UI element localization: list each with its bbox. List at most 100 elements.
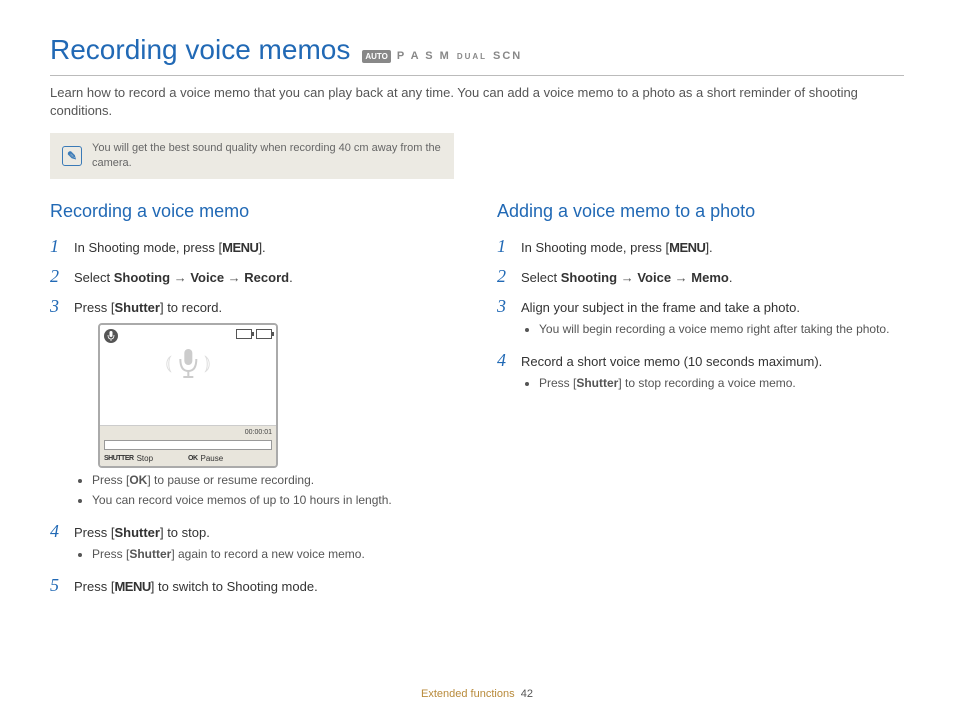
step-body: In Shooting mode, press [MENU]. bbox=[74, 237, 457, 257]
note-icon: ✎ bbox=[62, 146, 82, 166]
pause-label: Pause bbox=[201, 453, 224, 464]
step-2: 2 Select Shooting → Voice → Memo. bbox=[497, 267, 904, 287]
bullet: Press [Shutter] to stop recording a voic… bbox=[539, 375, 904, 392]
sound-wave-icon: ⦆ bbox=[204, 349, 211, 377]
time-row: 00:00:01 bbox=[104, 428, 272, 438]
step-3: 3 Align your subject in the frame and ta… bbox=[497, 297, 904, 341]
step-4-bullets: Press [Shutter] again to record a new vo… bbox=[74, 546, 457, 563]
step-body: Record a short voice memo (10 seconds ma… bbox=[521, 351, 904, 395]
text: ] to pause or resume recording. bbox=[147, 473, 314, 487]
step-number: 2 bbox=[50, 267, 66, 287]
shutter-label: SHUTTER bbox=[104, 454, 134, 464]
page-title: Recording voice memos bbox=[50, 30, 350, 69]
large-microphone-icon bbox=[176, 347, 200, 379]
shutter-key: Shutter bbox=[129, 547, 171, 561]
sound-wave-icon: ⦅ bbox=[165, 349, 172, 377]
shutter-key: Shutter bbox=[576, 376, 618, 390]
step-number: 3 bbox=[497, 297, 513, 317]
lcd-screenshot: ⦅ ⦆ 00:00:01 SHUTTERStop OK bbox=[98, 323, 278, 468]
step-body: Press [Shutter] to stop. Press [Shutter]… bbox=[74, 522, 457, 566]
section-name: Extended functions bbox=[421, 688, 515, 700]
microphone-icon bbox=[104, 329, 118, 343]
right-heading: Adding a voice memo to a photo bbox=[497, 199, 904, 224]
lcd-control-bar: 00:00:01 SHUTTERStop OKPause bbox=[100, 426, 276, 466]
menu-key: MENU bbox=[669, 240, 705, 255]
step-number: 4 bbox=[497, 351, 513, 371]
tip-box: ✎ You will get the best sound quality wh… bbox=[50, 133, 454, 180]
ok-key: OK bbox=[129, 473, 147, 487]
text: Press [ bbox=[92, 473, 129, 487]
arrow-icon: → bbox=[228, 270, 241, 285]
pasm-modes: P A S M bbox=[397, 49, 451, 64]
text: . bbox=[289, 270, 293, 285]
text: Press [ bbox=[539, 376, 576, 390]
menu-key: MENU bbox=[222, 240, 258, 255]
text: Press [ bbox=[74, 525, 114, 540]
arrow-icon: → bbox=[675, 270, 688, 285]
step-4: 4 Press [Shutter] to stop. Press [Shutte… bbox=[50, 522, 457, 566]
step-4: 4 Record a short voice memo (10 seconds … bbox=[497, 351, 904, 395]
right-column: Adding a voice memo to a photo 1 In Shoo… bbox=[497, 199, 904, 606]
stop-label: Stop bbox=[137, 453, 153, 464]
lcd-display-area: ⦅ ⦆ bbox=[100, 325, 276, 426]
mode-icons: AUTO P A S M DUAL SCN bbox=[362, 49, 522, 64]
battery-icon bbox=[256, 329, 272, 339]
menu-path: Shooting bbox=[114, 270, 170, 285]
step-5: 5 Press [MENU] to switch to Shooting mod… bbox=[50, 576, 457, 596]
step-number: 4 bbox=[50, 522, 66, 542]
text: . bbox=[729, 270, 733, 285]
text: Select bbox=[521, 270, 561, 285]
bullet: You can record voice memos of up to 10 h… bbox=[92, 492, 457, 509]
shutter-stop: SHUTTERStop bbox=[104, 453, 188, 464]
text: Align your subject in the frame and take… bbox=[521, 300, 800, 315]
text: ] again to record a new voice memo. bbox=[171, 547, 364, 561]
step-number: 2 bbox=[497, 267, 513, 287]
text: ] to switch to Shooting mode. bbox=[151, 579, 318, 594]
arrow-icon: → bbox=[621, 270, 634, 285]
text: ]. bbox=[705, 240, 712, 255]
title-row: Recording voice memos AUTO P A S M DUAL … bbox=[50, 30, 904, 76]
step-4-bullets: Press [Shutter] to stop recording a voic… bbox=[521, 375, 904, 392]
shutter-key: Shutter bbox=[114, 525, 160, 540]
page-footer: Extended functions 42 bbox=[0, 687, 954, 702]
step-2: 2 Select Shooting → Voice → Record. bbox=[50, 267, 457, 287]
recording-graphic: ⦅ ⦆ bbox=[165, 347, 210, 379]
scn-mode-icon: SCN bbox=[493, 49, 522, 64]
step-3-bullets: You will begin recording a voice memo ri… bbox=[521, 321, 904, 338]
intro-text: Learn how to record a voice memo that yo… bbox=[50, 84, 904, 120]
text: Press [ bbox=[74, 579, 114, 594]
bullet: Press [Shutter] again to record a new vo… bbox=[92, 546, 457, 563]
ok-pause: OKPause bbox=[188, 453, 272, 464]
step-3: 3 Press [Shutter] to record. ⦅ bbox=[50, 297, 457, 512]
auto-mode-icon: AUTO bbox=[362, 50, 391, 63]
text: Select bbox=[74, 270, 114, 285]
ok-label: OK bbox=[188, 454, 198, 464]
step-number: 5 bbox=[50, 576, 66, 596]
text: Press [ bbox=[74, 300, 114, 315]
menu-key: MENU bbox=[114, 579, 150, 594]
text: Press [ bbox=[92, 547, 129, 561]
step-number: 1 bbox=[497, 237, 513, 257]
card-icon bbox=[236, 329, 252, 339]
step-body: Select Shooting → Voice → Memo. bbox=[521, 267, 904, 287]
menu-path: Memo bbox=[691, 270, 729, 285]
text: Record a short voice memo (10 seconds ma… bbox=[521, 354, 822, 369]
step-body: In Shooting mode, press [MENU]. bbox=[521, 237, 904, 257]
step-3-bullets: Press [OK] to pause or resume recording.… bbox=[74, 472, 457, 509]
status-icons bbox=[236, 329, 272, 339]
step-number: 1 bbox=[50, 237, 66, 257]
step-body: Align your subject in the frame and take… bbox=[521, 297, 904, 341]
bullet: Press [OK] to pause or resume recording. bbox=[92, 472, 457, 489]
dual-mode-icon: DUAL bbox=[457, 51, 487, 62]
step-body: Select Shooting → Voice → Record. bbox=[74, 267, 457, 287]
left-heading: Recording a voice memo bbox=[50, 199, 457, 224]
left-column: Recording a voice memo 1 In Shooting mod… bbox=[50, 199, 457, 606]
timer: 00:00:01 bbox=[245, 428, 272, 438]
text: ] to record. bbox=[160, 300, 222, 315]
text: ] to stop recording a voice memo. bbox=[618, 376, 795, 390]
text: In Shooting mode, press [ bbox=[74, 240, 222, 255]
step-1: 1 In Shooting mode, press [MENU]. bbox=[497, 237, 904, 257]
step-1: 1 In Shooting mode, press [MENU]. bbox=[50, 237, 457, 257]
menu-path: Voice bbox=[190, 270, 224, 285]
step-number: 3 bbox=[50, 297, 66, 317]
